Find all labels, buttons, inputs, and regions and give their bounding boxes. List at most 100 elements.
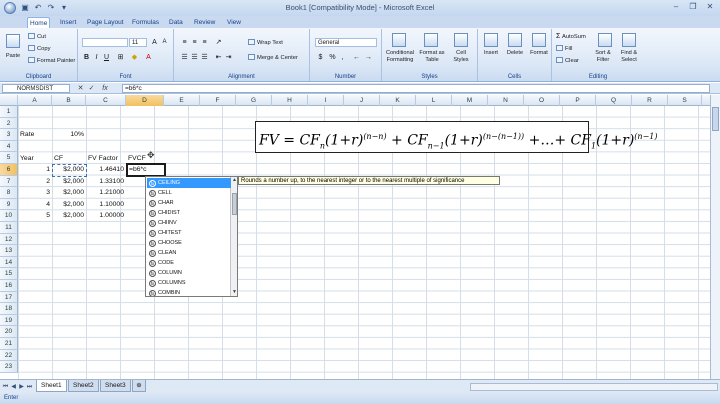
rate-label-cell[interactable]: Rate [20,129,34,140]
align-bottom-icon[interactable]: ≡ [200,38,209,47]
align-left-icon[interactable]: ☰ [180,53,189,62]
format-table-icon[interactable] [424,33,438,47]
row-header[interactable]: 8 [0,187,18,199]
minimize-button[interactable]: – [668,1,684,13]
decrease-indent-icon[interactable]: ⇤ [214,53,223,62]
paste-icon[interactable] [6,34,20,48]
binoculars-icon[interactable] [622,33,636,47]
merge-center-button[interactable]: Merge & Center [248,54,298,62]
autocomplete-item[interactable]: fx CHAR [147,198,231,208]
factor-cell[interactable]: 1.00000 [86,210,124,221]
prev-sheet-icon[interactable]: ◀ [10,383,17,391]
row-header[interactable]: 16 [0,280,18,292]
year-cell[interactable]: 2 [18,176,50,187]
grow-font-icon[interactable]: A [150,38,159,47]
last-sheet-icon[interactable]: ⏭ [26,383,33,391]
column-header[interactable]: S [668,95,702,106]
tab-data[interactable]: Data [167,17,185,28]
font-color-icon[interactable]: A [144,53,153,62]
row-header[interactable]: 23 [0,361,18,373]
row-header[interactable]: 12 [0,233,18,246]
autocomplete-item[interactable]: fx CHIINV [147,218,231,228]
font-name-combo[interactable] [82,38,128,47]
tab-insert[interactable]: Insert [58,17,78,28]
vertical-scrollbar[interactable] [710,95,720,379]
column-header[interactable]: L [416,95,452,106]
sheet-tab[interactable]: Sheet1 [36,380,67,392]
wrap-text-button[interactable]: Wrap Text [248,39,283,47]
enter-icon[interactable]: ✓ [87,84,96,93]
tab-review[interactable]: Review [192,17,217,28]
row-header[interactable]: 7 [0,175,18,188]
currency-button[interactable]: $ [316,53,325,62]
column-header[interactable]: R [632,95,668,106]
rate-value-cell[interactable]: 10% [52,129,84,140]
header-cf-cell[interactable]: CF [54,153,63,164]
tab-home[interactable]: Home [27,17,51,28]
cancel-icon[interactable]: ✕ [76,84,85,93]
font-size-combo[interactable]: 11 [129,38,147,47]
insert-sheet-icon[interactable]: ⊕ [132,380,146,392]
comma-button[interactable]: , [338,53,347,62]
paste-button[interactable]: Paste [2,53,24,60]
first-sheet-icon[interactable]: ⏮ [2,383,9,391]
factor-cell[interactable]: 1.10000 [86,199,124,210]
copy-button[interactable]: Copy [28,45,51,53]
cell-styles-icon[interactable] [454,33,468,47]
tab-formulas[interactable]: Formulas [130,17,161,28]
column-header[interactable]: M [452,95,488,106]
autocomplete-item[interactable]: fx CODE [147,258,231,268]
year-cell[interactable]: 3 [18,187,50,198]
row-header[interactable]: 5 [0,152,18,164]
column-header[interactable]: H [272,95,308,106]
autocomplete-item[interactable]: fx CLEAN [147,248,231,258]
insert-cells-button[interactable]: Insert [478,50,504,57]
row-header[interactable]: 21 [0,338,18,350]
factor-cell[interactable]: 1.21000 [86,187,124,198]
cf-cell[interactable]: $2,000 [52,176,84,187]
name-box[interactable]: NORMSDIST [2,84,70,93]
row-header[interactable]: 14 [0,256,18,269]
increase-decimal-icon[interactable]: ← [352,53,361,62]
column-header[interactable]: A [18,95,52,106]
number-format-combo[interactable]: General [315,38,377,47]
cf-cell[interactable]: $2,000 [52,164,84,175]
autocomplete-item[interactable]: fx CEILING [147,178,231,188]
row-header[interactable]: 3 [0,129,18,141]
row-header[interactable]: 4 [0,140,18,153]
conditional-formatting-button[interactable]: Conditional Formatting [384,50,416,63]
insert-function-icon[interactable]: fx [98,84,112,93]
sort-filter-button[interactable]: Sort & Filter [590,50,616,63]
row-header[interactable]: 19 [0,314,18,327]
percent-button[interactable]: % [328,53,337,62]
fill-color-icon[interactable]: ◆ [130,53,139,62]
shrink-font-icon[interactable]: A [160,38,169,47]
restore-button[interactable]: ❐ [685,1,701,13]
row-header[interactable]: 11 [0,222,18,234]
autosum-button[interactable]: Σ AutoSum [556,33,586,41]
select-all-corner[interactable] [0,95,18,106]
cf-cell[interactable]: $2,000 [52,187,84,198]
column-header[interactable]: O [524,95,560,106]
row-header[interactable]: 6 [0,164,18,176]
tab-view[interactable]: View [225,17,243,28]
autocomplete-item[interactable]: fx CHOOSE [147,238,231,248]
autocomplete-scrollbar[interactable]: ▲ ▼ [230,177,237,296]
conditional-formatting-icon[interactable] [392,33,406,47]
align-middle-icon[interactable]: ≡ [190,38,199,47]
sheet-tab[interactable]: Sheet3 [100,380,131,392]
cf-cell[interactable]: $2,000 [52,210,84,221]
factor-cell[interactable]: 1.33100 [86,176,124,187]
column-header[interactable]: D [126,95,164,106]
align-right-icon[interactable]: ☰ [200,53,209,62]
row-header[interactable]: 13 [0,245,18,257]
year-cell[interactable]: 5 [18,210,50,221]
autocomplete-item[interactable]: fx CHITEST [147,228,231,238]
column-header[interactable]: Q [596,95,632,106]
year-cell[interactable]: 1 [18,164,50,175]
format-cells-button[interactable]: Format [526,50,552,57]
italic-button[interactable]: I [92,53,101,62]
clear-button[interactable]: Clear [556,57,579,65]
row-header[interactable]: 9 [0,198,18,211]
autocomplete-item[interactable]: fx CHIDIST [147,208,231,218]
